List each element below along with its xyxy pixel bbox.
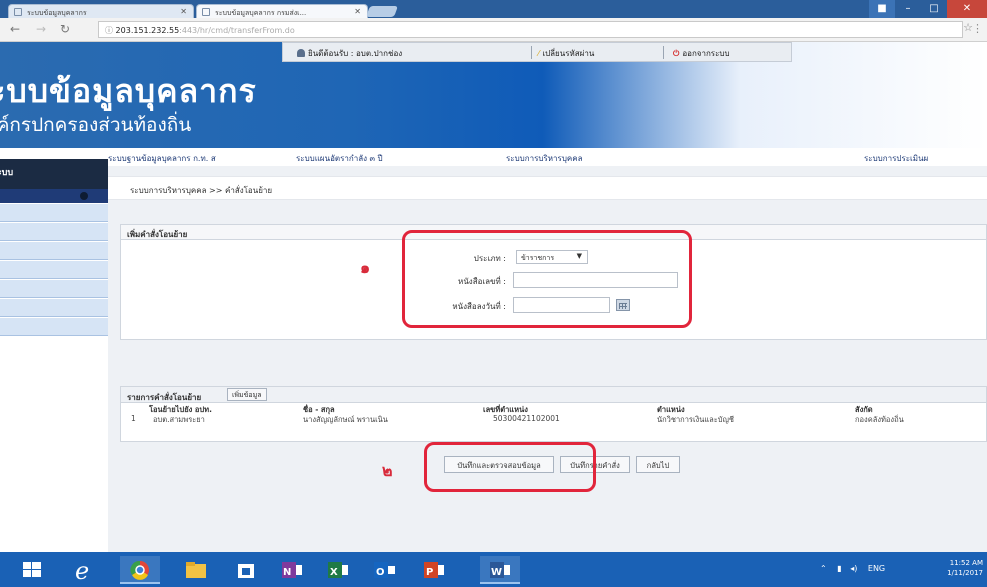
maximize-button[interactable]: □ — [921, 0, 947, 18]
web-page: ระบบข้อมูลบุคลากร องค์กรปกครองส่วนท้องถิ… — [0, 42, 987, 552]
highlight-box-2 — [424, 442, 596, 492]
main-nav: ระบบฐานข้อมูลบุคลากร ก.ท. ส ระบบแผนอัตรา… — [108, 148, 987, 166]
divider — [531, 46, 532, 59]
sidebar-item[interactable] — [0, 318, 108, 336]
nav-item-evaluation[interactable]: ระบบการประเมินผ — [864, 152, 928, 165]
close-window-button[interactable]: ✕ — [947, 0, 987, 18]
close-tab-icon[interactable]: ✕ — [180, 7, 187, 16]
back-arrow-icon[interactable]: ← — [10, 22, 20, 36]
site-subtitle: องค์กรปกครองส่วนท้องถิ่น — [0, 114, 192, 136]
window-controls: ■ – □ ✕ — [869, 0, 987, 18]
system-tray: ⌃ ▮ ◂) ENG — [820, 564, 885, 573]
outlook-icon[interactable]: O — [364, 556, 404, 584]
browser-tab-2[interactable]: ระบบข้อมูลบุคลากร กรมส่งเ... ✕ — [196, 4, 368, 19]
sidebar-item[interactable] — [0, 223, 108, 241]
change-password-link[interactable]: ⁄ เปลี่ยนรหัสผ่าน — [538, 47, 594, 60]
language-indicator[interactable]: ENG — [868, 564, 885, 573]
logout-link[interactable]: ⏻ ออกจากระบบ — [673, 47, 730, 60]
reload-icon[interactable]: ↻ — [60, 22, 70, 36]
change-password-label: เปลี่ยนรหัสผ่าน — [542, 49, 595, 58]
sidebar-subheading[interactable] — [0, 189, 108, 203]
address-bar: ← → ↻ ⓘ 203.151.232.55:443/hr/cmd/transf… — [0, 18, 987, 42]
word-icon[interactable]: W — [480, 556, 520, 584]
user-toolbar: ยินดีต้อนรับ : อบต.ปากช่อง ⁄ เปลี่ยนรหัสผ… — [282, 42, 792, 62]
marker-2: ๒ — [382, 461, 393, 480]
page-favicon-icon — [14, 8, 22, 16]
page-favicon-icon — [202, 8, 210, 16]
close-tab-icon[interactable]: ✕ — [354, 7, 361, 16]
windows-start-icon[interactable] — [12, 556, 52, 584]
svg-text:e: e — [75, 557, 89, 584]
tab-title: ระบบข้อมูลบุคลากร — [27, 9, 87, 17]
volume-icon[interactable]: ◂) — [850, 564, 857, 573]
url-host: 203.151.232.55 — [115, 26, 180, 35]
excel-icon[interactable]: X — [318, 556, 358, 584]
nav-item-database[interactable]: ระบบฐานข้อมูลบุคลากร ก.ท. ส — [108, 152, 216, 165]
marker-1: ๑ — [360, 258, 371, 277]
row-position: นักวิชาการเงินและบัญชี — [657, 415, 735, 424]
nav-item-personnel-management[interactable]: ระบบการบริหารบุคคล — [506, 152, 583, 165]
tab-title: ระบบข้อมูลบุคลากร กรมส่งเ... — [215, 9, 307, 17]
browser-chrome: ระบบข้อมูลบุคลากร ✕ ระบบข้อมูลบุคลากร กร… — [0, 0, 987, 42]
row-name: นางสัญญลักษณ์ พรานเนิน — [303, 415, 388, 424]
row-destination: อบต.สามพระยา — [153, 415, 205, 424]
clock-date: 1/11/2017 — [947, 569, 983, 577]
logout-label: ออกจากระบบ — [682, 49, 730, 58]
row-position-no: 50300421102001 — [493, 414, 560, 423]
sidebar-item[interactable] — [0, 299, 108, 317]
highlight-box-1 — [402, 230, 692, 328]
tray-arrow-icon[interactable]: ⌃ — [820, 564, 827, 573]
store-icon[interactable] — [226, 556, 266, 584]
divider — [663, 46, 664, 59]
file-explorer-icon[interactable] — [176, 556, 216, 584]
order-list-header: รายการคำสั่งโอนย้าย เพิ่มข้อมูล — [121, 387, 986, 403]
svg-text:W: W — [491, 567, 502, 578]
add-data-button[interactable]: เพิ่มข้อมูล — [227, 388, 267, 401]
user-profile-icon[interactable]: ■ — [869, 0, 895, 18]
order-list-panel: รายการคำสั่งโอนย้าย เพิ่มข้อมูล โอนย้ายไ… — [120, 386, 987, 442]
order-list-title: รายการคำสั่งโอนย้าย — [127, 393, 202, 402]
welcome-user: ยินดีต้อนรับ : อบต.ปากช่อง — [297, 47, 402, 60]
onenote-icon[interactable]: N — [272, 556, 312, 584]
chrome-icon[interactable] — [120, 556, 160, 584]
svg-text:O: O — [376, 567, 385, 578]
powerpoint-icon[interactable]: P — [414, 556, 454, 584]
sidebar-item[interactable] — [0, 280, 108, 298]
sidebar: ระบบ — [0, 148, 108, 552]
url-path: :443/hr/cmd/transferFrom.do — [179, 26, 295, 35]
minimize-button[interactable]: – — [895, 0, 921, 18]
url-input[interactable]: ⓘ 203.151.232.55:443/hr/cmd/transferFrom… — [98, 21, 963, 38]
main-content: ระบบการบริหารบุคคล >> คำสั่งโอนย้าย เพิ่… — [108, 166, 987, 552]
info-icon[interactable]: ⓘ — [105, 26, 116, 35]
user-icon — [297, 49, 305, 57]
sidebar-heading-label: ระบบ — [0, 168, 14, 178]
network-icon[interactable]: ▮ — [837, 564, 841, 573]
browser-tab-1[interactable]: ระบบข้อมูลบุคลากร ✕ — [8, 4, 194, 19]
nav-item-manpower-plan[interactable]: ระบบแผนอัตรากำลัง ๓ ปี — [296, 152, 383, 165]
tab-strip: ระบบข้อมูลบุคลากร ✕ ระบบข้อมูลบุคลากร กร… — [0, 0, 987, 19]
svg-text:N: N — [283, 567, 291, 578]
key-icon: ⁄ — [538, 49, 540, 58]
sidebar-heading: ระบบ — [0, 159, 108, 189]
row-number: 1 — [131, 414, 136, 423]
breadcrumb: ระบบการบริหารบุคคล >> คำสั่งโอนย้าย — [108, 176, 987, 200]
internet-explorer-icon[interactable]: e — [64, 556, 104, 585]
sidebar-item[interactable] — [0, 204, 108, 222]
svg-text:P: P — [426, 567, 433, 578]
forward-arrow-icon[interactable]: → — [36, 22, 46, 36]
sidebar-item[interactable] — [0, 261, 108, 279]
windows-taskbar: e N X O P W ⌃ ▮ ◂) ENG 11:52 AM 1/11/201… — [0, 552, 987, 587]
menu-icon[interactable]: ⋮ — [972, 22, 983, 35]
new-tab-button[interactable] — [365, 6, 399, 17]
bullet-icon — [80, 192, 88, 200]
power-icon: ⏻ — [673, 49, 680, 58]
back-button[interactable]: กลับไป — [636, 456, 680, 473]
svg-text:X: X — [330, 567, 338, 578]
row-department: กองคลังท้องถิ่น — [855, 415, 904, 424]
clock-time: 11:52 AM — [949, 559, 983, 567]
sidebar-item[interactable] — [0, 242, 108, 260]
welcome-user-label: ยินดีต้อนรับ : อบต.ปากช่อง — [308, 49, 403, 58]
taskbar-clock[interactable]: 11:52 AM 1/11/2017 — [947, 558, 983, 578]
